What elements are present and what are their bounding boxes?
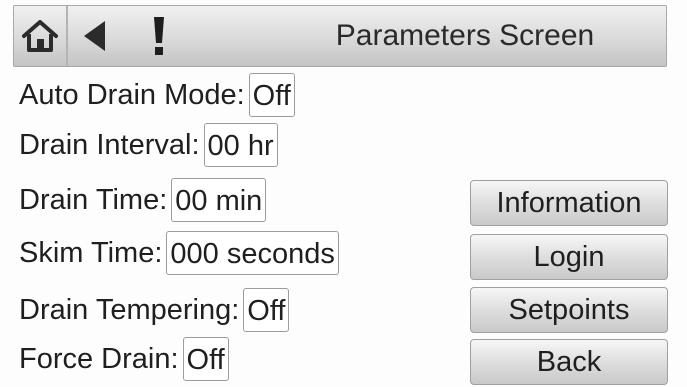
param-skim-time: Skim Time: 000 seconds bbox=[19, 231, 339, 275]
param-auto-drain-mode: Auto Drain Mode: Off bbox=[19, 73, 295, 117]
param-label: Auto Drain Mode: bbox=[19, 78, 245, 111]
param-label: Skim Time: bbox=[19, 236, 163, 269]
drain-time-field[interactable]: 00 min bbox=[171, 178, 267, 222]
drain-tempering-field[interactable]: Off bbox=[243, 288, 290, 332]
alert-icon bbox=[154, 17, 164, 55]
param-force-drain: Force Drain: Off bbox=[19, 337, 229, 381]
home-icon bbox=[22, 20, 58, 52]
param-label: Drain Interval: bbox=[19, 128, 200, 161]
skim-time-field[interactable]: 000 seconds bbox=[166, 231, 339, 275]
back-arrow-button[interactable] bbox=[68, 6, 120, 66]
parameters-screen: Parameters Screen Auto Drain Mode: Off D… bbox=[0, 0, 687, 387]
drain-interval-field[interactable]: 00 hr bbox=[203, 123, 278, 167]
header-bar: Parameters Screen bbox=[13, 5, 667, 67]
param-drain-interval: Drain Interval: 00 hr bbox=[19, 123, 278, 167]
param-label: Force Drain: bbox=[19, 342, 179, 375]
home-button[interactable] bbox=[14, 6, 68, 66]
page-title: Parameters Screen bbox=[335, 19, 595, 52]
param-drain-tempering: Drain Tempering: Off bbox=[19, 288, 290, 332]
alert-button[interactable] bbox=[120, 6, 260, 66]
force-drain-field[interactable]: Off bbox=[182, 337, 229, 381]
param-label: Drain Time: bbox=[19, 183, 168, 216]
param-drain-time: Drain Time: 00 min bbox=[19, 178, 267, 222]
param-label: Drain Tempering: bbox=[19, 293, 240, 326]
back-button[interactable]: Back bbox=[470, 339, 668, 385]
auto-drain-mode-field[interactable]: Off bbox=[248, 73, 295, 117]
setpoints-button[interactable]: Setpoints bbox=[470, 287, 668, 333]
back-arrow-icon bbox=[84, 21, 105, 51]
information-button[interactable]: Information bbox=[470, 180, 668, 226]
login-button[interactable]: Login bbox=[470, 234, 668, 280]
